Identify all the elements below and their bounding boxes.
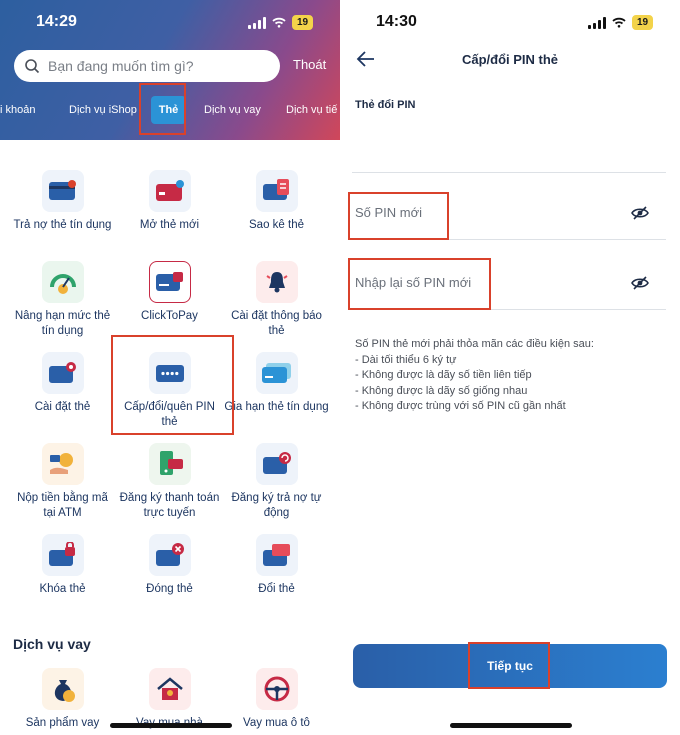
item-label: Nâng hạn mức thẻ tín dụng — [14, 310, 111, 337]
card-payment-icon — [41, 170, 84, 212]
item-credit-card-repayment[interactable]: Trả nợ thẻ tín dụng — [10, 170, 115, 233]
wifi-icon — [612, 17, 626, 28]
item-atm-cash-deposit[interactable]: Nộp tiền bằng mã tại ATM — [10, 443, 115, 521]
search-input[interactable]: Bạn đang muốn tìm gì? — [14, 50, 280, 82]
new-card-icon — [148, 170, 191, 212]
highlight-pin-item — [111, 335, 234, 435]
logout-button[interactable]: Thoát — [293, 57, 326, 72]
item-label: Sao kê thẻ — [249, 219, 304, 231]
card-settings-icon — [41, 352, 84, 394]
auto-pay-icon — [255, 443, 298, 485]
tab-accounts[interactable]: i khoản — [0, 104, 35, 116]
item-label: Đăng ký trả nợ tự động — [231, 492, 322, 519]
item-loan-products[interactable]: Sản phẩm vay — [10, 668, 115, 731]
online-payment-icon — [148, 443, 191, 485]
item-label: Mở thẻ mới — [139, 219, 200, 231]
rule-item: - Không được là dãy số tiền liên tiếp — [355, 369, 532, 381]
search-placeholder: Bạn đang muốn tìm gì? — [48, 58, 194, 74]
money-bag-icon — [41, 668, 84, 710]
highlight-new-pin — [348, 192, 449, 240]
lock-card-icon — [41, 534, 84, 576]
item-renew-credit-card[interactable]: Gia hạn thẻ tín dụng — [224, 352, 329, 415]
home-indicator — [110, 723, 232, 728]
item-close-card[interactable]: Đóng thẻ — [117, 534, 222, 597]
eye-slash-icon[interactable] — [631, 206, 649, 220]
bell-icon — [255, 261, 298, 303]
clicktopay-icon — [148, 261, 191, 303]
signal-icon — [248, 16, 266, 29]
change-card-icon — [255, 534, 298, 576]
card-label: Thẻ đổi PIN — [355, 99, 416, 111]
wifi-icon — [272, 17, 286, 28]
item-label: Vay mua ô tô — [243, 717, 310, 729]
status-icons: 19 — [248, 15, 314, 30]
item-card-notification-settings[interactable]: Cài đặt thông báo thẻ — [224, 261, 329, 339]
item-label: Sản phẩm vay — [25, 717, 100, 729]
item-label: Cài đặt thông báo thẻ — [231, 310, 322, 337]
divider — [352, 172, 666, 173]
item-card-settings[interactable]: Cài đặt thẻ — [10, 352, 115, 415]
rule-item: - Không được trùng với số PIN cũ gần nhấ… — [355, 400, 566, 412]
item-label: Trả nợ thẻ tín dụng — [13, 219, 112, 231]
item-label: Đổi thẻ — [258, 583, 295, 595]
tab-loan[interactable]: Dịch vụ vay — [204, 104, 261, 116]
rule-item: - Dài tối thiểu 6 ký tự — [355, 353, 457, 366]
steering-wheel-icon — [255, 668, 298, 710]
atm-deposit-icon — [41, 443, 84, 485]
section-title-loan: Dịch vụ vay — [13, 636, 91, 652]
signal-icon — [588, 16, 606, 29]
battery-indicator: 19 — [292, 15, 314, 30]
item-label: ClickToPay — [141, 310, 198, 322]
house-icon — [148, 668, 191, 710]
home-indicator — [450, 723, 572, 728]
item-lock-card[interactable]: Khóa thẻ — [10, 534, 115, 597]
item-card-statement[interactable]: Sao kê thẻ — [224, 170, 329, 233]
highlight-tab-card — [139, 83, 186, 135]
search-icon — [25, 59, 40, 74]
tab-other[interactable]: Dịch vụ tiế — [286, 104, 337, 116]
status-time: 14:30 — [376, 13, 417, 30]
card-services-grid: Trả nợ thẻ tín dụng Mở thẻ mới Sao kê th… — [0, 140, 340, 735]
item-register-online-payment[interactable]: Đăng ký thanh toán trực tuyến — [117, 443, 222, 521]
rule-item: - Không được là dãy số giống nhau — [355, 384, 528, 397]
item-open-new-card[interactable]: Mở thẻ mới — [117, 170, 222, 233]
item-car-loan[interactable]: Vay mua ô tô — [224, 668, 329, 731]
item-label: Gia hạn thẻ tín dụng — [224, 401, 329, 413]
status-time: 14:29 — [36, 13, 77, 30]
statement-icon — [255, 170, 298, 212]
page-title: Cấp/đổi PIN thẻ — [461, 52, 559, 67]
item-register-auto-repayment[interactable]: Đăng ký trả nợ tự động — [224, 443, 329, 521]
change-pin-screen: 14:30 19 Cấp/đổi PIN thẻ Thẻ đổi PIN Số … — [340, 0, 680, 735]
item-raise-credit-limit[interactable]: Nâng hạn mức thẻ tín dụng — [10, 261, 115, 339]
home-screen: 14:29 19 Bạn đang muốn tìm gì? Thoát i k… — [0, 0, 340, 735]
status-icons: 19 — [588, 15, 654, 30]
card-renew-icon — [255, 352, 298, 394]
item-clicktopay[interactable]: ClickToPay — [117, 261, 222, 324]
limit-gauge-icon — [41, 261, 84, 303]
battery-indicator: 19 — [632, 15, 654, 30]
tab-ishop[interactable]: Dịch vụ iShop — [69, 104, 137, 116]
item-label: Cài đặt thẻ — [34, 401, 91, 413]
item-change-card[interactable]: Đổi thẻ — [224, 534, 329, 597]
eye-slash-icon[interactable] — [631, 276, 649, 290]
highlight-continue — [468, 642, 550, 689]
item-label: Đóng thẻ — [146, 583, 193, 595]
item-home-loan[interactable]: Vay mua nhà — [117, 668, 222, 731]
item-label: Nộp tiền bằng mã tại ATM — [17, 492, 108, 519]
pin-rules: Số PIN thẻ mới phải thỏa mãn các điều ki… — [355, 337, 594, 415]
item-label: Khóa thẻ — [39, 583, 86, 595]
item-label: Đăng ký thanh toán trực tuyến — [119, 492, 220, 519]
rules-intro: Số PIN thẻ mới phải thỏa mãn các điều ki… — [355, 338, 594, 350]
close-card-icon — [148, 534, 191, 576]
highlight-confirm-pin — [348, 258, 491, 310]
